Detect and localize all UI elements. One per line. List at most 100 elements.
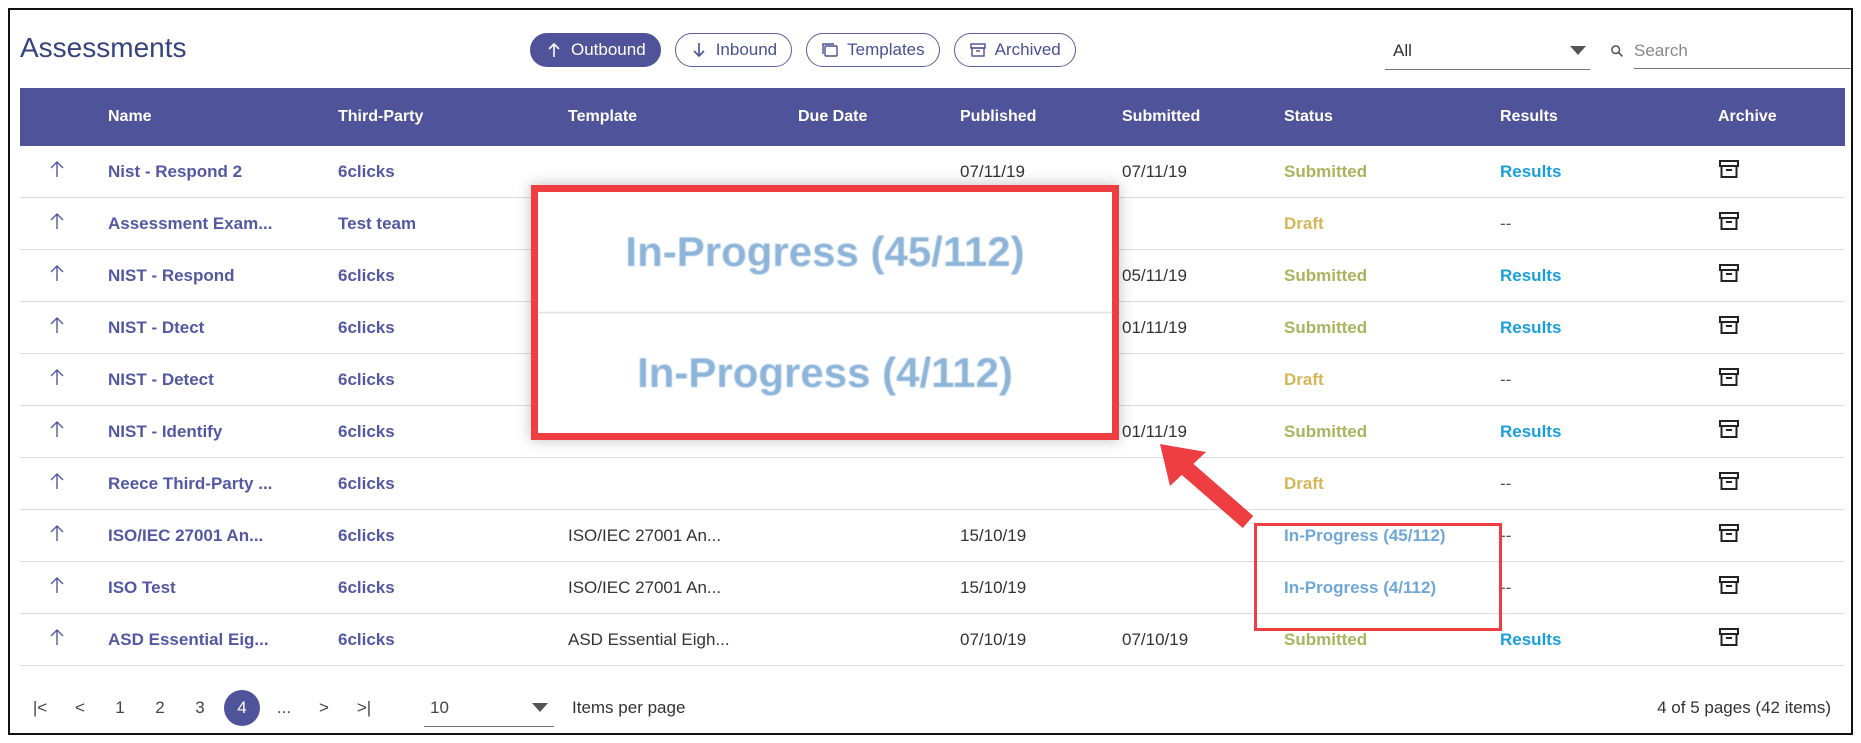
tab-templates[interactable]: Templates	[806, 33, 940, 67]
table-row[interactable]: ISO Test 6clicks ISO/IEC 27001 An... 15/10/…	[20, 562, 1845, 614]
search-box	[1610, 32, 1851, 70]
annotation-arrow-icon	[1160, 444, 1254, 529]
archive-icon[interactable]	[1718, 159, 1838, 184]
results-link[interactable]: Results	[1500, 422, 1718, 442]
archive-icon[interactable]	[1718, 263, 1838, 288]
assessment-name-link[interactable]: NIST - Dtect	[108, 318, 338, 338]
published-cell: 07/11/19	[960, 161, 1025, 181]
status-badge: Submitted	[1284, 421, 1368, 441]
header-template[interactable]: Template	[568, 108, 798, 126]
items-per-page-select[interactable]: 10	[424, 689, 554, 727]
results-link: --	[1500, 369, 1512, 389]
tab-label: Inbound	[715, 40, 778, 59]
archive-icon[interactable]	[1718, 211, 1838, 236]
tab-label: Templates	[847, 40, 925, 59]
zoom-callout: In-Progress (45/112) In-Progress (4/112)	[531, 185, 1119, 440]
tab-label: Archived	[994, 40, 1061, 59]
first-page-button[interactable]: |<	[20, 690, 60, 726]
page-button-2[interactable]: 2	[140, 690, 180, 726]
outbound-arrow-icon	[20, 159, 108, 184]
table-row[interactable]: Reece Third-Party ... 6clicks Draft --	[20, 458, 1845, 510]
arrow-up-icon	[548, 42, 560, 57]
assessment-name-link[interactable]: Nist - Respond 2	[108, 162, 338, 182]
last-page-button[interactable]: >|	[344, 690, 384, 726]
third-party-link[interactable]: 6clicks	[338, 630, 568, 650]
assessment-name-link[interactable]: Assessment Exam...	[108, 214, 338, 234]
table-row[interactable]: ISO/IEC 27001 An... 6clicks ISO/IEC 27001 …	[20, 510, 1845, 562]
tab-inbound[interactable]: Inbound	[674, 33, 793, 67]
page-button-4-current[interactable]: 4	[224, 690, 260, 726]
archive-icon[interactable]	[1718, 367, 1838, 392]
outbound-arrow-icon	[20, 471, 108, 496]
published-cell: 15/10/19	[960, 525, 1027, 545]
status-badge: Submitted	[1284, 629, 1368, 649]
filter-selected-value: All	[1393, 40, 1412, 60]
assessment-name-link[interactable]: ISO Test	[108, 578, 338, 598]
table-row[interactable]: ASD Essential Eig... 6clicks ASD Essential…	[20, 614, 1845, 666]
search-icon	[1611, 45, 1623, 57]
arrow-down-icon	[693, 43, 705, 58]
next-page-button[interactable]: >	[304, 690, 344, 726]
page-button-1[interactable]: 1	[100, 690, 140, 726]
tab-outbound[interactable]: Outbound	[530, 33, 661, 67]
callout-line: In-Progress (45/112)	[538, 192, 1112, 313]
archive-icon[interactable]	[1718, 419, 1838, 444]
header-published[interactable]: Published	[960, 108, 1122, 126]
page-button-more[interactable]: ...	[264, 690, 304, 726]
tab-archived[interactable]: Archived	[953, 33, 1076, 67]
third-party-link[interactable]: 6clicks	[338, 474, 568, 494]
status-badge: Draft	[1284, 369, 1324, 389]
header-submitted[interactable]: Submitted	[1122, 108, 1284, 126]
per-page-value: 10	[430, 697, 449, 717]
submitted-cell: 07/11/19	[1122, 161, 1187, 181]
template-cell: ISO/IEC 27001 An...	[568, 525, 722, 545]
page-button-3[interactable]: 3	[180, 690, 220, 726]
status-badge: Draft	[1284, 213, 1324, 233]
header-due-date[interactable]: Due Date	[798, 108, 960, 126]
assessment-name-link[interactable]: ISO/IEC 27001 An...	[108, 526, 338, 546]
status-highlight-annotation	[1254, 523, 1502, 631]
status-badge: Draft	[1284, 473, 1324, 493]
chevron-down-icon	[532, 703, 548, 712]
header-name[interactable]: Name	[108, 108, 338, 126]
third-party-link[interactable]: 6clicks	[338, 578, 568, 598]
third-party-link[interactable]: 6clicks	[338, 162, 568, 182]
archive-icon[interactable]	[1718, 471, 1838, 496]
table-header: Name Third-Party Template Due Date Publi…	[20, 88, 1845, 146]
assessment-name-link[interactable]: ASD Essential Eig...	[108, 630, 338, 650]
archive-icon[interactable]	[1718, 575, 1838, 600]
header-third-party[interactable]: Third-Party	[338, 108, 568, 126]
results-link[interactable]: Results	[1500, 318, 1718, 338]
archive-icon[interactable]	[1718, 315, 1838, 340]
header-status[interactable]: Status	[1284, 108, 1500, 126]
assessment-name-link[interactable]: NIST - Detect	[108, 370, 338, 390]
status-badge: Submitted	[1284, 161, 1368, 181]
published-cell: 07/10/19	[960, 629, 1027, 649]
chevron-down-icon	[1570, 46, 1586, 55]
templates-icon	[822, 43, 838, 57]
submitted-cell: 01/11/19	[1122, 317, 1187, 337]
results-link[interactable]: Results	[1500, 266, 1718, 286]
status-badge: Submitted	[1284, 265, 1368, 285]
prev-page-button[interactable]: <	[60, 690, 100, 726]
results-link[interactable]: Results	[1500, 162, 1718, 182]
results-link: --	[1500, 473, 1512, 493]
search-input[interactable]	[1634, 33, 1851, 69]
header-results[interactable]: Results	[1500, 108, 1718, 126]
header-archive: Archive	[1718, 108, 1777, 125]
archive-icon[interactable]	[1718, 523, 1838, 548]
status-filter-select[interactable]: All	[1385, 32, 1590, 70]
outbound-arrow-icon	[20, 263, 108, 288]
outbound-arrow-icon	[20, 627, 108, 652]
assessment-name-link[interactable]: NIST - Respond	[108, 266, 338, 286]
view-tabs: Outbound Inbound Templates Archived	[530, 33, 1076, 67]
template-cell: ISO/IEC 27001 An...	[568, 577, 722, 597]
outbound-arrow-icon	[20, 315, 108, 340]
pagination-summary: 4 of 5 pages (42 items)	[1657, 698, 1831, 717]
archive-icon[interactable]	[1718, 627, 1838, 652]
assessment-name-link[interactable]: NIST - Identify	[108, 422, 338, 442]
third-party-link[interactable]: 6clicks	[338, 526, 568, 546]
outbound-arrow-icon	[20, 419, 108, 444]
results-link[interactable]: Results	[1500, 630, 1718, 650]
assessment-name-link[interactable]: Reece Third-Party ...	[108, 474, 338, 494]
